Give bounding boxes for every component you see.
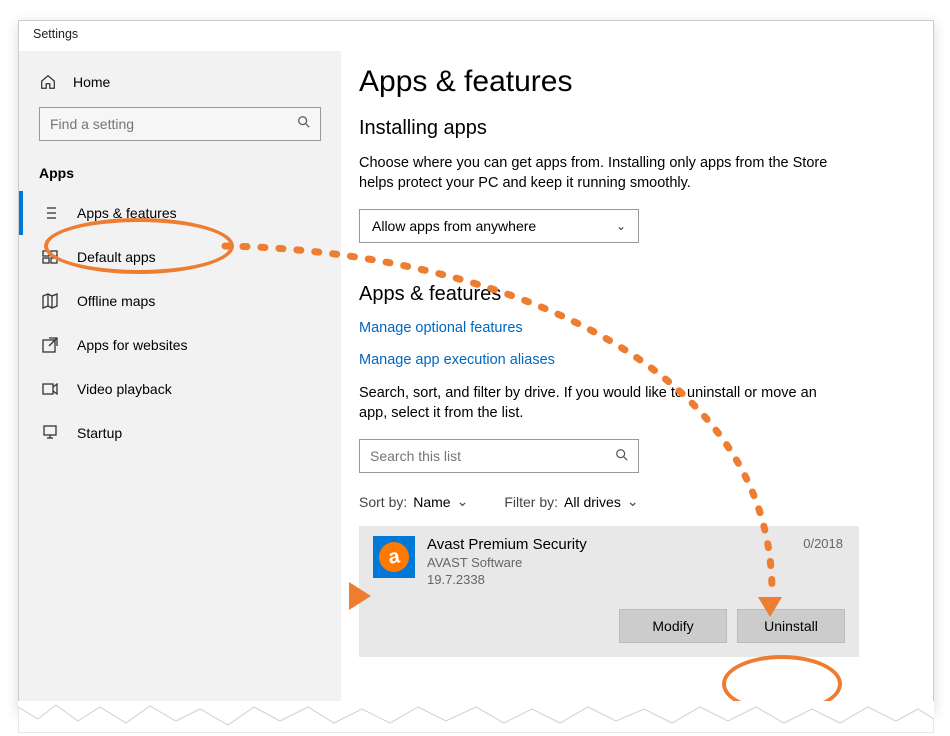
nav-home-label: Home bbox=[73, 74, 110, 90]
app-version: 19.7.2338 bbox=[427, 572, 791, 587]
app-list-search[interactable] bbox=[359, 439, 639, 473]
startup-icon bbox=[41, 424, 59, 442]
sidebar-section-title: Apps bbox=[19, 159, 341, 191]
sidebar-item-label: Video playback bbox=[77, 381, 172, 397]
sidebar-item-video-playback[interactable]: Video playback bbox=[19, 367, 341, 411]
sidebar-item-label: Offline maps bbox=[77, 293, 155, 309]
main-panel: Apps & features Installing apps Choose w… bbox=[341, 51, 933, 711]
chevron-down-icon: ⌄ bbox=[627, 493, 639, 510]
sidebar-item-apps-features[interactable]: Apps & features bbox=[19, 191, 341, 235]
modify-button[interactable]: Modify bbox=[619, 609, 727, 643]
sidebar-item-startup[interactable]: Startup bbox=[19, 411, 341, 455]
search-icon bbox=[615, 448, 629, 465]
appsfeat-description: Search, sort, and filter by drive. If yo… bbox=[359, 384, 829, 423]
nav-home[interactable]: Home bbox=[19, 65, 341, 107]
window-body: Home Apps Apps & features Default app bbox=[19, 51, 933, 711]
sidebar-item-label: Default apps bbox=[77, 249, 156, 265]
app-date: 0/2018 bbox=[803, 536, 845, 587]
sidebar-search-input[interactable] bbox=[39, 107, 321, 141]
filter-value: All drives bbox=[564, 494, 621, 510]
sort-by[interactable]: Sort by: Name ⌄ bbox=[359, 493, 468, 510]
search-icon bbox=[297, 115, 311, 132]
map-icon bbox=[41, 292, 59, 310]
chevron-down-icon: ⌄ bbox=[616, 219, 626, 233]
app-name: Avast Premium Security bbox=[427, 536, 791, 553]
sort-filter-row: Sort by: Name ⌄ Filter by: All drives ⌄ bbox=[359, 493, 909, 510]
app-entry-avast[interactable]: a Avast Premium Security AVAST Software … bbox=[359, 526, 859, 657]
sidebar-item-default-apps[interactable]: Default apps bbox=[19, 235, 341, 279]
list-icon bbox=[41, 204, 59, 222]
sidebar-item-apps-websites[interactable]: Apps for websites bbox=[19, 323, 341, 367]
video-icon bbox=[41, 380, 59, 398]
installing-description: Choose where you can get apps from. Inst… bbox=[359, 154, 829, 193]
app-source-dropdown[interactable]: Allow apps from anywhere ⌄ bbox=[359, 209, 639, 243]
installing-heading: Installing apps bbox=[359, 117, 909, 140]
sidebar-search[interactable] bbox=[39, 107, 321, 141]
chevron-down-icon: ⌄ bbox=[457, 493, 469, 510]
link-optional-features[interactable]: Manage optional features bbox=[359, 320, 909, 336]
filter-by[interactable]: Filter by: All drives ⌄ bbox=[504, 493, 638, 510]
app-list-search-input[interactable] bbox=[359, 439, 639, 473]
app-icon: a bbox=[373, 536, 415, 578]
uninstall-button[interactable]: Uninstall bbox=[737, 609, 845, 643]
filter-label: Filter by: bbox=[504, 494, 558, 510]
torn-edge-decoration bbox=[18, 701, 934, 733]
sidebar-item-label: Apps for websites bbox=[77, 337, 188, 353]
home-icon bbox=[39, 73, 57, 91]
window-title: Settings bbox=[19, 21, 933, 51]
sidebar-item-offline-maps[interactable]: Offline maps bbox=[19, 279, 341, 323]
app-source-value: Allow apps from anywhere bbox=[372, 218, 536, 234]
defaults-icon bbox=[41, 248, 59, 266]
settings-window: Settings Home Apps Apps & feat bbox=[18, 20, 934, 712]
page-title: Apps & features bbox=[359, 65, 909, 99]
launch-icon bbox=[41, 336, 59, 354]
sort-label: Sort by: bbox=[359, 494, 407, 510]
appsfeat-heading: Apps & features bbox=[359, 283, 909, 306]
app-publisher: AVAST Software bbox=[427, 555, 791, 570]
sort-value: Name bbox=[413, 494, 450, 510]
sidebar-item-label: Startup bbox=[77, 425, 122, 441]
sidebar-item-label: Apps & features bbox=[77, 205, 177, 221]
link-execution-aliases[interactable]: Manage app execution aliases bbox=[359, 352, 909, 368]
sidebar: Home Apps Apps & features Default app bbox=[19, 51, 341, 711]
